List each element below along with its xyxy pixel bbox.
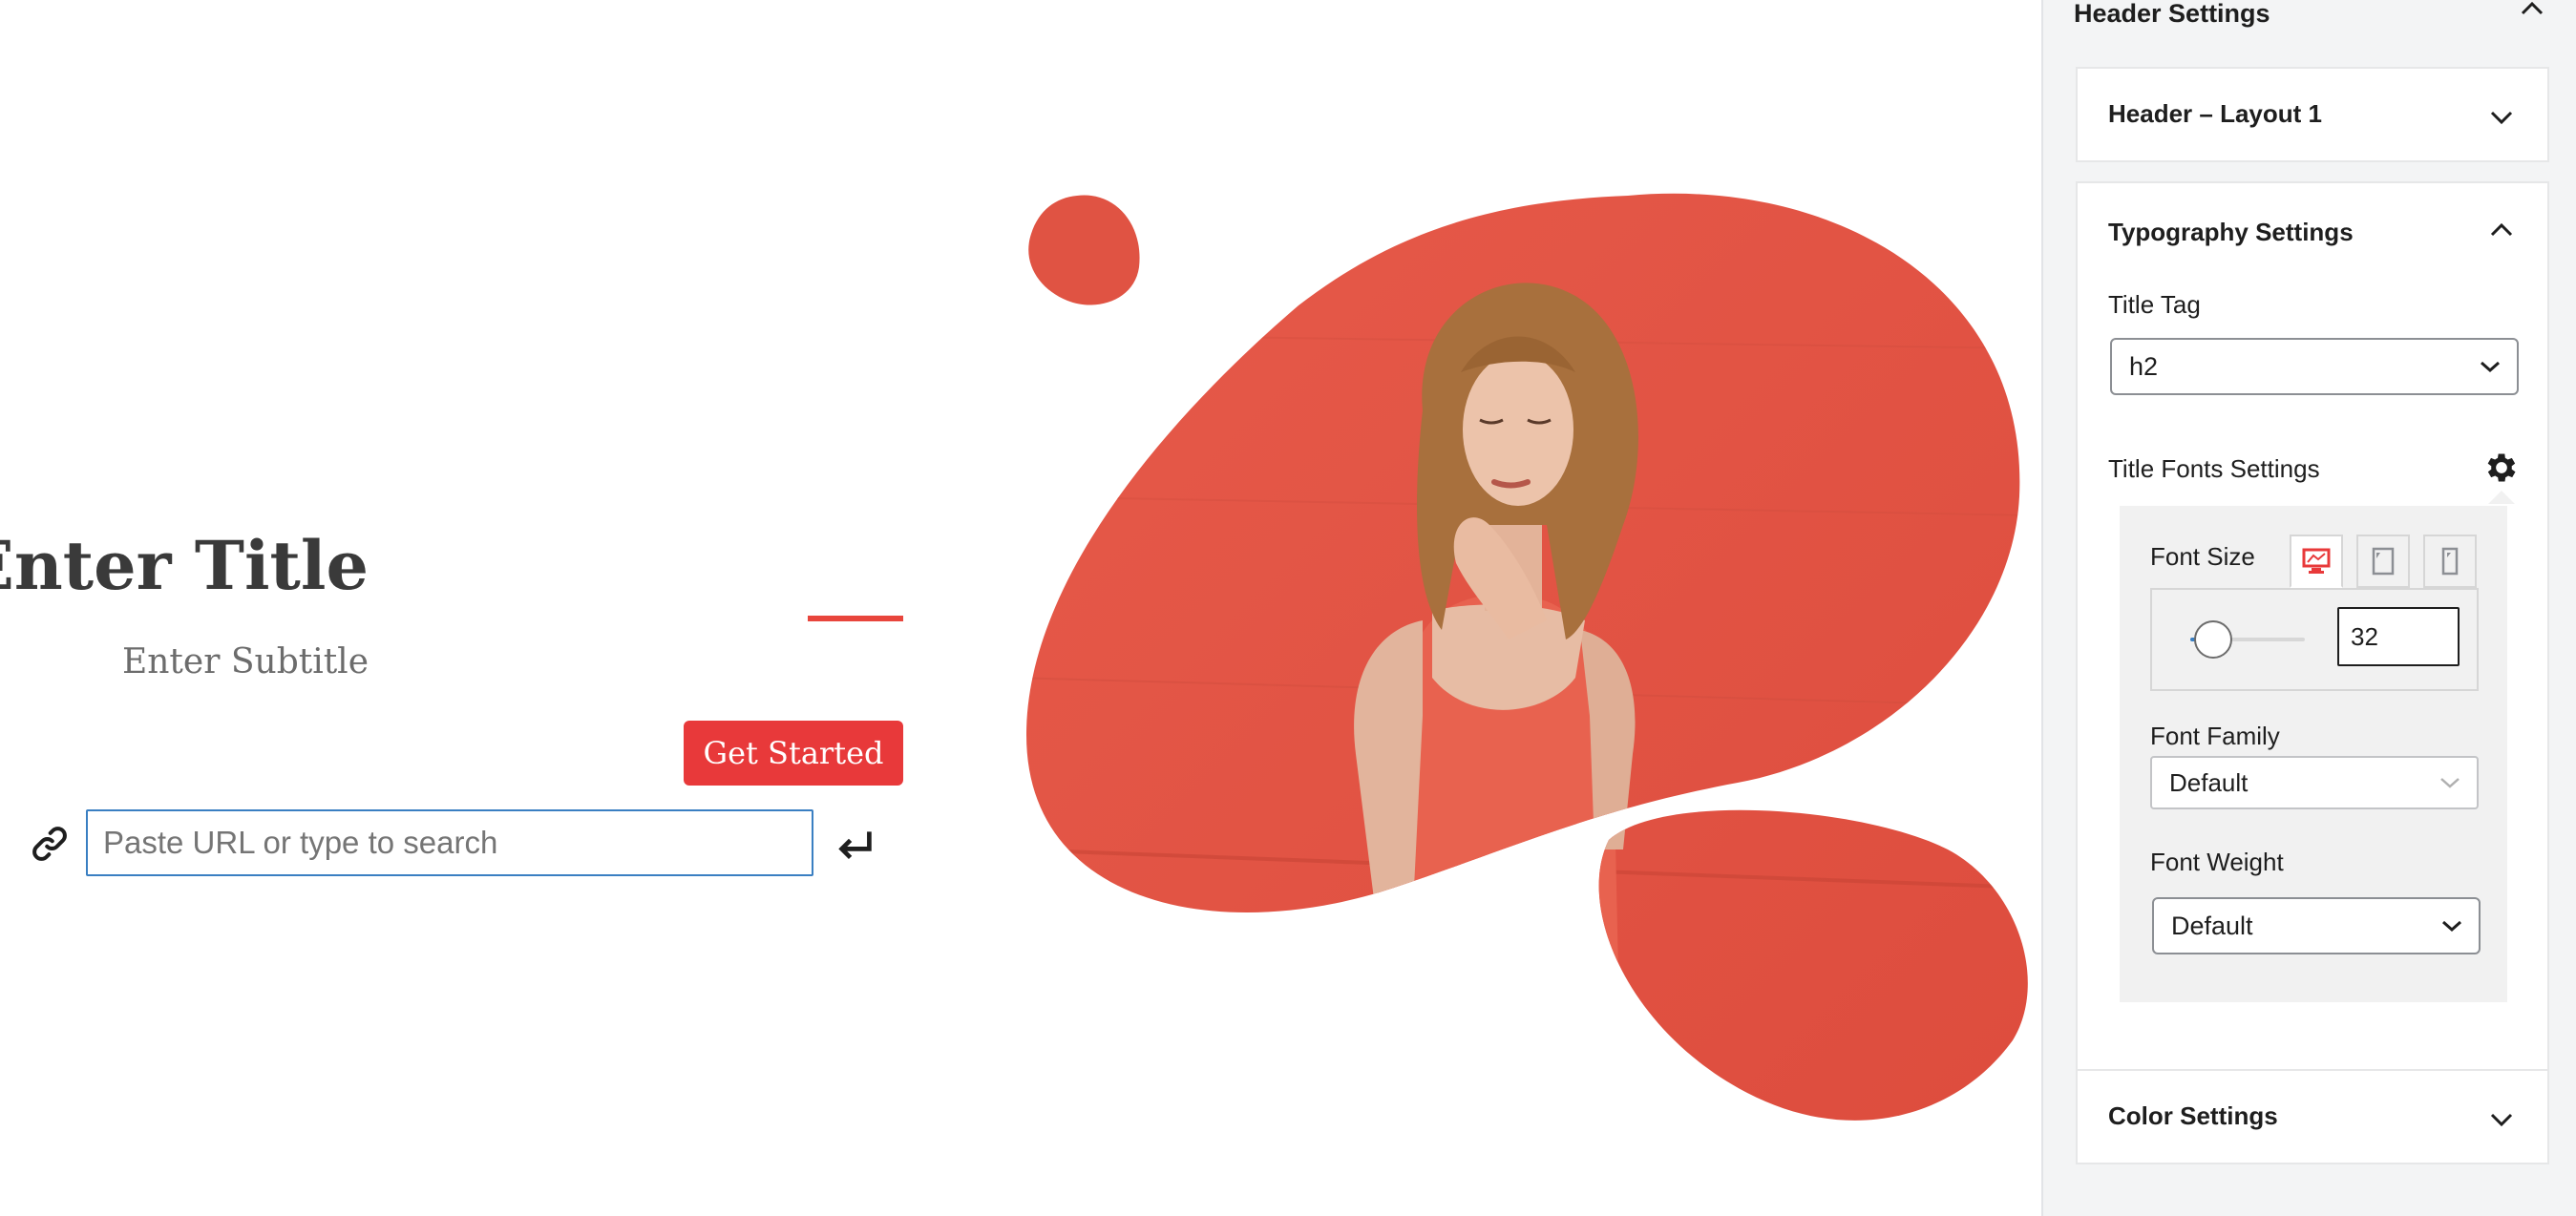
desktop-icon	[2302, 548, 2331, 574]
title-tag-value: h2	[2129, 351, 2159, 381]
section-title[interactable]: Typography Settings	[2108, 218, 2354, 247]
font-size-label: Font Size	[2150, 542, 2255, 571]
get-started-button[interactable]: Get Started	[684, 721, 903, 786]
font-size-range-control	[2150, 588, 2479, 691]
section-title: Color Settings	[2108, 1101, 2278, 1130]
link-icon	[32, 827, 67, 861]
settings-sidebar: Header Settings Header – Layout 1 Typogr…	[2041, 0, 2576, 1216]
title-fonts-label: Title Fonts Settings	[2108, 454, 2320, 483]
gear-icon[interactable]	[2482, 449, 2521, 487]
title-tag-label: Title Tag	[2108, 290, 2201, 319]
font-weight-select[interactable]: Default	[2152, 897, 2481, 954]
device-tab-desktop[interactable]	[2290, 535, 2343, 588]
decor-blob	[1028, 195, 1140, 305]
font-weight-label: Font Weight	[2150, 848, 2284, 876]
section-title: Header – Layout 1	[2108, 99, 2322, 128]
hero-subtitle[interactable]: Enter Subtitle	[122, 638, 369, 687]
chevron-down-icon[interactable]	[2488, 109, 2515, 126]
url-search-input[interactable]	[86, 809, 813, 876]
font-family-select[interactable]: Default	[2150, 756, 2479, 809]
section-header-layout[interactable]: Header – Layout 1	[2076, 67, 2549, 162]
editor-canvas: Enter Title Enter Subtitle Get Started	[0, 0, 2041, 1216]
chevron-down-icon	[2481, 361, 2500, 373]
font-weight-value: Default	[2171, 911, 2253, 940]
enter-return-icon[interactable]	[834, 827, 876, 861]
popover-arrow	[2488, 491, 2515, 504]
chevron-down-icon	[2440, 778, 2460, 788]
hero-title[interactable]: Enter Title	[0, 520, 369, 612]
chevron-up-icon[interactable]	[2488, 221, 2515, 239]
section-color-settings[interactable]: Color Settings	[2076, 1069, 2549, 1164]
title-fonts-panel: Font Size F	[2120, 506, 2507, 1002]
chevron-down-icon[interactable]	[2488, 1111, 2515, 1128]
tablet-icon	[2372, 547, 2395, 576]
device-tab-mobile[interactable]	[2423, 535, 2477, 588]
chevron-up-icon[interactable]	[2519, 0, 2545, 17]
range-slider-thumb[interactable]	[2194, 620, 2232, 659]
font-family-label: Font Family	[2150, 722, 2280, 750]
chevron-down-icon	[2442, 920, 2461, 933]
title-tag-select[interactable]: h2	[2110, 338, 2519, 395]
title-separator	[808, 616, 903, 621]
panel-header-header-settings[interactable]: Header Settings	[2074, 0, 2551, 27]
font-family-value: Default	[2169, 767, 2249, 797]
hero-image	[1012, 181, 2034, 1193]
mobile-icon	[2441, 547, 2459, 576]
font-size-input[interactable]	[2337, 607, 2460, 666]
device-tab-tablet[interactable]	[2356, 535, 2410, 588]
panel-title: Header Settings	[2074, 0, 2270, 28]
